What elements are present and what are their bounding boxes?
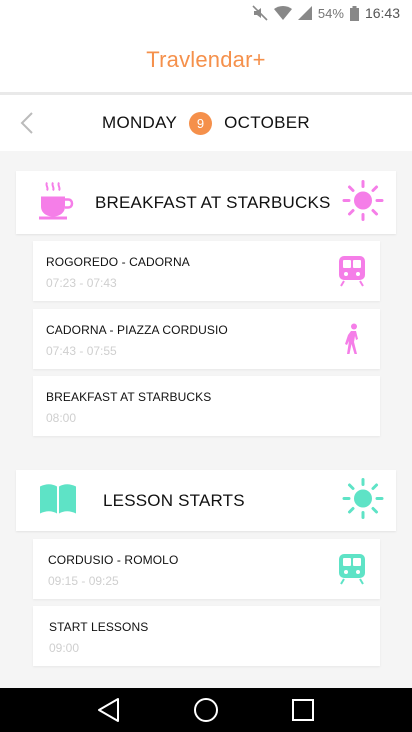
date-bar: MONDAY 9 OCTOBER bbox=[0, 95, 412, 151]
signal-icon bbox=[297, 6, 312, 20]
event-step-card[interactable]: BREAKFAST AT STARBUCKS 08:00 bbox=[33, 376, 380, 436]
app-bar: Travlendar+ bbox=[0, 28, 412, 92]
mute-icon bbox=[252, 5, 268, 21]
home-circle-icon bbox=[193, 698, 218, 722]
wifi-icon bbox=[273, 6, 292, 20]
step-time: 08:00 bbox=[46, 411, 77, 425]
route-step-card[interactable]: ROGOREDO - CADORNA 07:23 - 07:43 bbox=[33, 241, 380, 301]
system-nav-bar bbox=[0, 688, 412, 732]
home-button[interactable] bbox=[186, 690, 226, 730]
event-step-card[interactable]: START LESSONS 09:00 bbox=[33, 606, 380, 666]
battery-icon bbox=[349, 5, 359, 21]
step-title: CADORNA - PIAZZA CORDUSIO bbox=[46, 323, 228, 337]
day-number-badge: 9 bbox=[189, 111, 213, 135]
sun-icon bbox=[342, 477, 384, 524]
event-title: BREAKFAST AT STARBUCKS bbox=[95, 192, 331, 212]
step-time: 09:00 bbox=[49, 641, 80, 655]
train-icon bbox=[338, 255, 366, 292]
recents-button[interactable] bbox=[283, 690, 323, 730]
sun-icon bbox=[342, 179, 384, 226]
walking-icon bbox=[344, 323, 362, 360]
battery-percent: 54% bbox=[317, 5, 344, 21]
train-icon bbox=[338, 553, 366, 590]
back-triangle-icon bbox=[97, 698, 119, 722]
status-bar: 54% 16:43 bbox=[0, 0, 412, 28]
route-step-card[interactable]: CORDUSIO - ROMOLO 09:15 - 09:25 bbox=[33, 539, 380, 599]
recents-square-icon bbox=[292, 699, 315, 721]
app-title: Travlendar+ bbox=[146, 47, 266, 72]
back-button[interactable] bbox=[89, 690, 129, 730]
clock: 16:43 bbox=[364, 5, 400, 21]
day-name: MONDAY bbox=[101, 113, 178, 132]
step-title: BREAKFAST AT STARBUCKS bbox=[46, 390, 212, 404]
event-card[interactable]: BREAKFAST AT STARBUCKS bbox=[16, 171, 396, 234]
book-icon bbox=[38, 482, 78, 519]
step-time: 07:23 - 07:43 bbox=[46, 276, 117, 290]
route-step-card[interactable]: CADORNA - PIAZZA CORDUSIO 07:43 - 07:55 bbox=[33, 309, 380, 369]
month-name: OCTOBER bbox=[224, 113, 310, 132]
step-title: ROGOREDO - CADORNA bbox=[46, 255, 190, 269]
event-title: LESSON STARTS bbox=[103, 490, 245, 510]
step-title: START LESSONS bbox=[49, 620, 149, 634]
coffee-cup-icon bbox=[38, 180, 74, 225]
step-time: 09:15 - 09:25 bbox=[48, 574, 119, 588]
step-time: 07:43 - 07:55 bbox=[46, 344, 117, 358]
step-title: CORDUSIO - ROMOLO bbox=[48, 553, 179, 567]
event-card[interactable]: LESSON STARTS bbox=[16, 470, 396, 531]
